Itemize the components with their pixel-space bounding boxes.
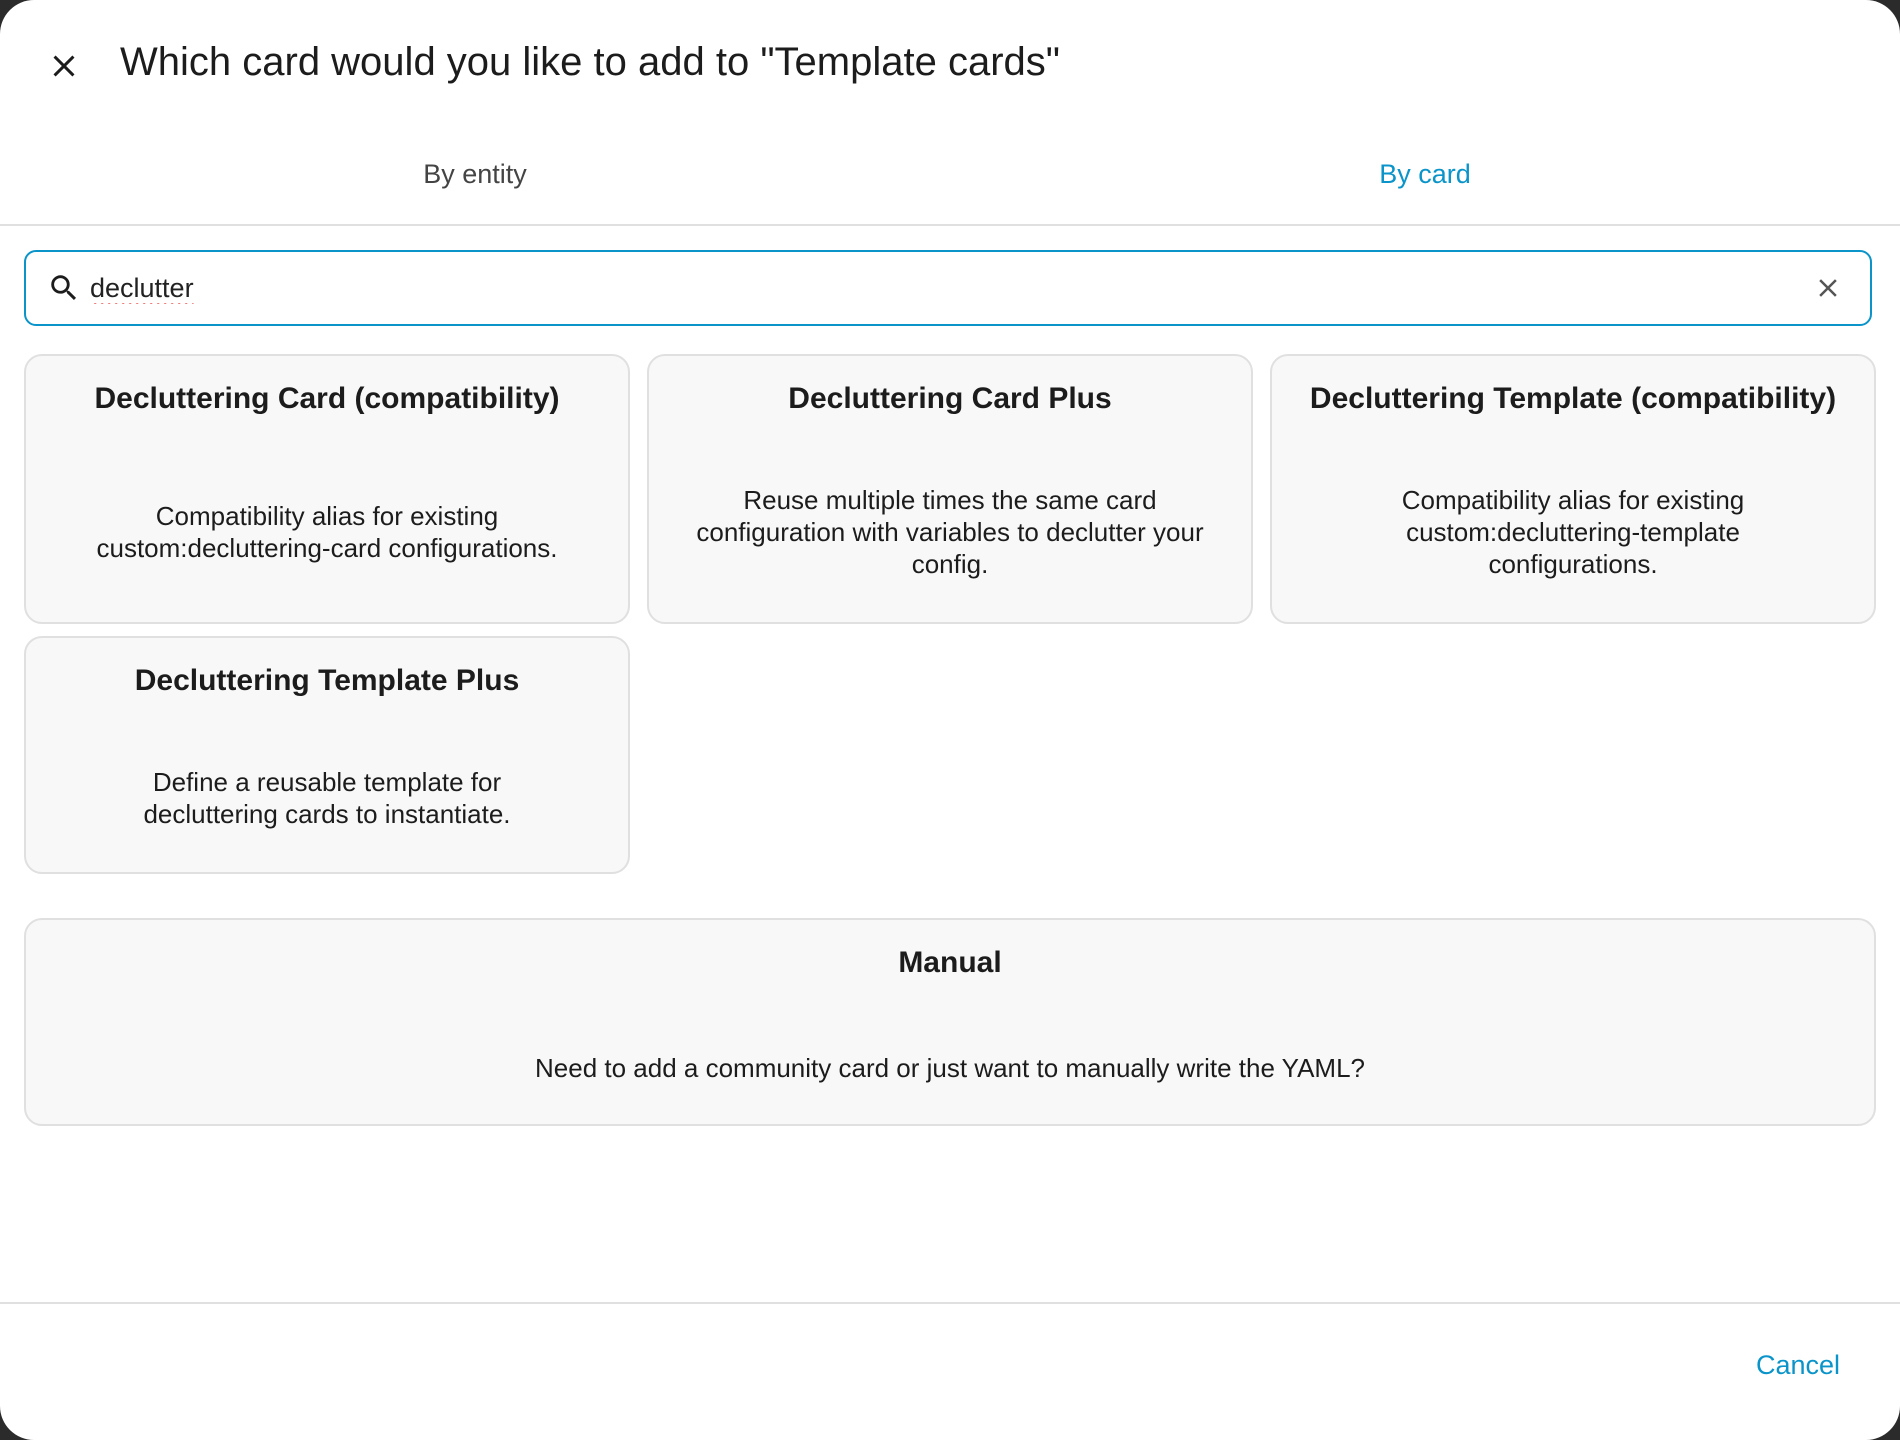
- card-title: Decluttering Card (compatibility): [94, 382, 560, 415]
- tab-by-entity[interactable]: By entity: [0, 124, 950, 224]
- card-description: Define a reusable template for declutter…: [143, 767, 511, 829]
- manual-card-description: Need to add a community card or just wan…: [535, 1053, 1365, 1083]
- clear-search-button[interactable]: [1804, 264, 1852, 312]
- close-button[interactable]: [36, 38, 92, 94]
- search-field: [24, 250, 1872, 326]
- tab-by-card[interactable]: By card: [950, 124, 1900, 224]
- card-description: Compatibility alias for existing custom:…: [1401, 485, 1745, 579]
- card-option[interactable]: Decluttering Card (compatibility) Compat…: [24, 354, 630, 624]
- manual-card[interactable]: Manual Need to add a community card or j…: [24, 918, 1876, 1126]
- dialog-header: Which card would you like to add to "Tem…: [0, 0, 1900, 124]
- search-icon: [46, 270, 82, 306]
- dialog-title: Which card would you like to add to "Tem…: [120, 40, 1060, 84]
- card-title: Decluttering Template (compatibility): [1309, 382, 1837, 415]
- card-option[interactable]: Decluttering Card Plus Reuse multiple ti…: [647, 354, 1253, 624]
- cancel-button[interactable]: Cancel: [1746, 1344, 1850, 1387]
- card-title: Decluttering Card Plus: [788, 382, 1112, 415]
- tab-bar: By entity By card: [0, 124, 1900, 226]
- card-description: Compatibility alias for existing custom:…: [96, 501, 558, 563]
- card-option[interactable]: Decluttering Template Plus Define a reus…: [24, 636, 630, 874]
- manual-card-title: Manual: [898, 946, 1002, 979]
- close-icon: [53, 55, 75, 77]
- add-card-dialog: Which card would you like to add to "Tem…: [0, 0, 1900, 1440]
- card-title: Decluttering Template Plus: [134, 664, 520, 697]
- footer-divider: [0, 1302, 1900, 1304]
- card-description: Reuse multiple times the same card confi…: [696, 485, 1204, 579]
- close-icon: [1819, 279, 1837, 297]
- search-input[interactable]: [88, 271, 1804, 305]
- card-option[interactable]: Decluttering Template (compatibility) Co…: [1270, 354, 1876, 624]
